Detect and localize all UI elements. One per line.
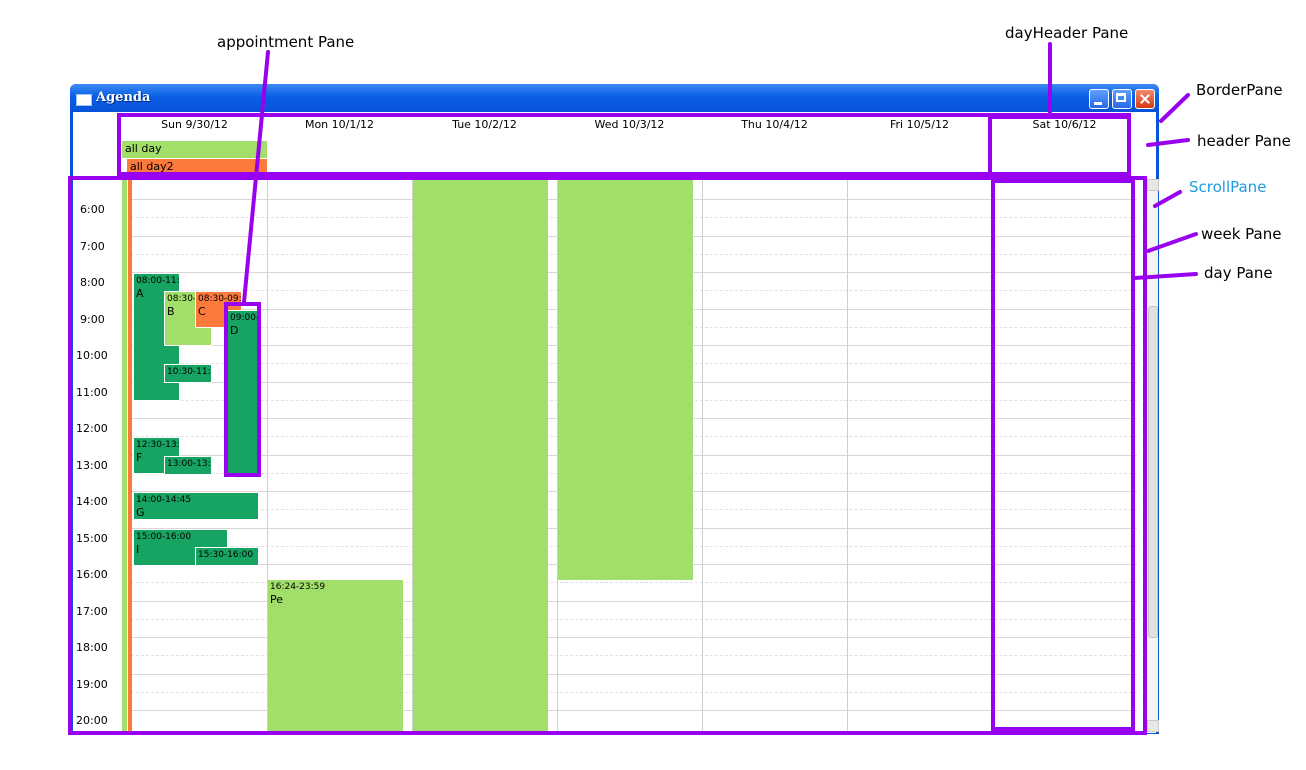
- annotation-day-pane: day Pane: [1204, 264, 1273, 282]
- annotation-scroll-pane: ScrollPane: [1189, 178, 1267, 196]
- annotation-lines: [242, 42, 1198, 304]
- annotation-appointment-pane: appointment Pane: [217, 33, 355, 51]
- annotation-border-pane: BorderPane: [1196, 81, 1283, 99]
- annotation-day-header-pane: dayHeader Pane: [1005, 24, 1129, 42]
- annotation-week-pane: week Pane: [1201, 225, 1282, 243]
- annotation-header-pane: header Pane: [1197, 132, 1291, 150]
